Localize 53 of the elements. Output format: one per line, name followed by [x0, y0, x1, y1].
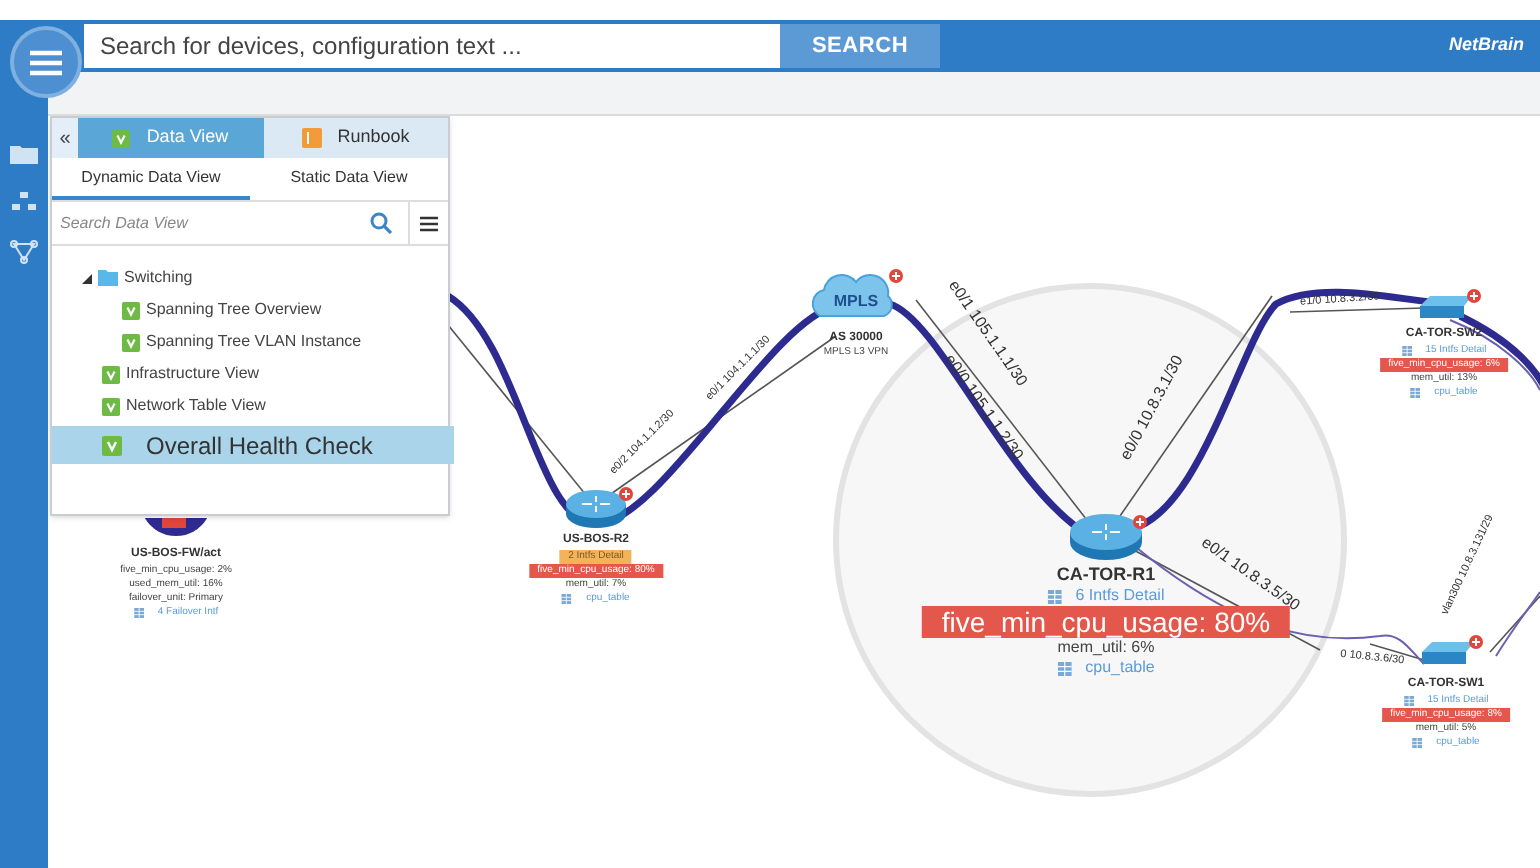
table-icon — [133, 608, 144, 618]
search-field[interactable]: Search Data View — [52, 211, 370, 235]
metric-text: mem_util: 6% — [1057, 638, 1155, 658]
tree-item[interactable]: Network Table View — [52, 390, 448, 422]
search-icon[interactable] — [370, 212, 392, 234]
router-icon[interactable] — [1070, 514, 1142, 560]
tab[interactable]: Data View — [78, 118, 263, 158]
plus-badge-icon[interactable] — [1133, 515, 1147, 529]
view-icon — [122, 301, 140, 319]
view-icon — [122, 333, 140, 351]
tree-item[interactable]: Infrastructure View — [52, 358, 448, 390]
cloud-label: MPLS — [833, 292, 879, 310]
detail-link[interactable]: cpu_table — [1085, 658, 1155, 678]
collapse-button[interactable]: « — [52, 118, 78, 158]
plus-badge-icon[interactable] — [1469, 635, 1483, 649]
device-name: CA-TOR-R1 — [1056, 562, 1156, 586]
tree-item[interactable]: Overall Health Check — [52, 426, 454, 464]
table-icon — [1403, 696, 1414, 706]
detail-link[interactable]: 6 Intfs Detail — [1075, 586, 1165, 606]
firewall-icon[interactable] — [144, 518, 208, 536]
expanded-icon[interactable] — [82, 273, 92, 283]
table-icon — [1412, 738, 1423, 748]
plus-badge-icon[interactable] — [889, 269, 903, 283]
router-icon[interactable] — [566, 490, 626, 528]
cloud-icon[interactable] — [811, 274, 893, 317]
search-field[interactable]: Search for devices, configuration text ... — [84, 24, 780, 68]
folder-icon — [98, 270, 118, 286]
view-icon — [102, 365, 120, 383]
plus-badge-icon[interactable] — [619, 487, 633, 501]
hierarchy-icon[interactable] — [12, 192, 36, 212]
menu-icon — [30, 49, 62, 75]
switch-icon[interactable] — [1422, 642, 1474, 664]
table-icon — [1410, 388, 1421, 398]
network-icon[interactable] — [10, 240, 38, 264]
table-icon — [562, 594, 573, 604]
view-icon — [102, 435, 122, 455]
tab[interactable]: Dynamic Data View — [52, 158, 250, 200]
view-icon — [112, 129, 131, 147]
alert-metric: five_min_cpu_usage: 80% — [921, 606, 1291, 638]
menu-icon[interactable] — [420, 215, 438, 231]
tab[interactable]: Runbook — [263, 118, 448, 158]
switch-icon[interactable] — [1420, 296, 1472, 318]
tree-item[interactable]: Switching — [52, 262, 448, 294]
logo: NetBrain — [1448, 32, 1524, 59]
search-button[interactable]: SEARCH — [780, 24, 940, 68]
tree-item[interactable]: Spanning Tree VLAN Instance — [52, 326, 448, 358]
book-icon — [301, 128, 322, 148]
tree-item[interactable]: Spanning Tree Overview — [52, 294, 448, 326]
view-icon — [102, 397, 120, 415]
folder-icon[interactable] — [10, 144, 38, 164]
plus-badge-icon[interactable] — [1467, 289, 1481, 303]
table-icon — [1401, 346, 1412, 356]
tab[interactable]: Static Data View — [250, 158, 448, 200]
